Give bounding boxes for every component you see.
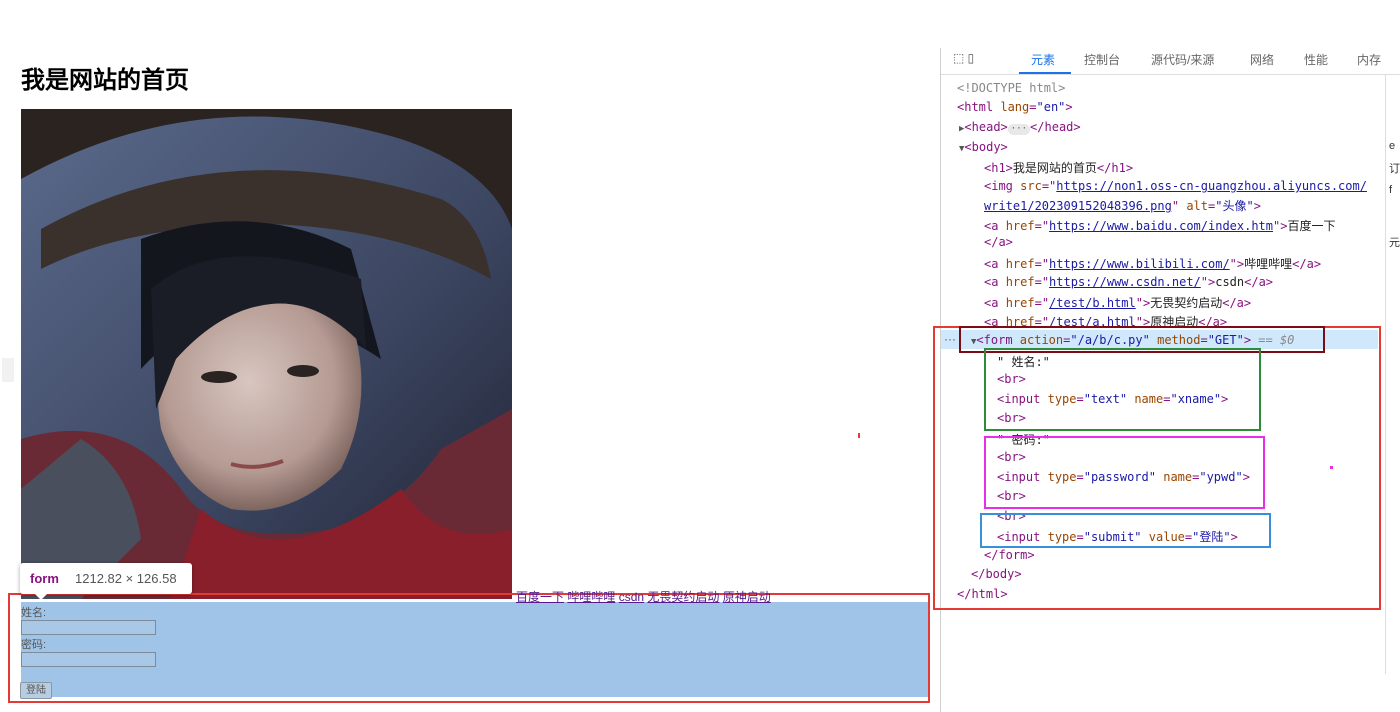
collapsed-ellipsis-icon[interactable]: ··· <box>1007 124 1031 135</box>
tooltip-tag: form <box>30 571 59 586</box>
side-glyph: 元 <box>1389 237 1400 249</box>
annotation-name-field-box <box>984 348 1261 431</box>
page-links: 百度一下 哔哩哔哩 csdn 无畏契约启动 原神启动 <box>516 588 771 605</box>
link-bilibili[interactable]: 哔哩哔哩 <box>567 590 615 604</box>
link-baidu[interactable]: 百度一下 <box>516 590 564 604</box>
dom-a-valorant[interactable]: <a href="/test/b.html">无畏契约启动</a> <box>984 294 1251 311</box>
devtools-tabbar: ⬚ ▯ 元素 控制台 源代码/来源 网络 性能 内存 <box>941 48 1400 75</box>
tab-console[interactable]: 控制台 <box>1084 51 1120 68</box>
dom-a-bilibili[interactable]: <a href="https://www.bilibili.com/">哔哩哔哩… <box>984 255 1321 272</box>
dom-a-baidu-close[interactable]: </a> <box>984 235 1013 249</box>
scrollbar-stub[interactable] <box>2 358 14 382</box>
avatar-image <box>21 109 512 599</box>
link-genshin[interactable]: 原神启动 <box>723 590 771 604</box>
tooltip-arrow <box>35 594 47 600</box>
dom-html-open[interactable]: <html lang="en"> <box>957 100 1073 114</box>
annotation-password-field-box <box>984 436 1265 509</box>
side-glyph: f <box>1389 184 1393 196</box>
dom-a-csdn[interactable]: <a href="https://www.csdn.net/">csdn</a> <box>984 275 1273 289</box>
styles-side-pane: e 订 f 元 <box>1385 74 1400 674</box>
link-csdn[interactable]: csdn <box>619 590 644 604</box>
tab-performance[interactable]: 性能 <box>1304 51 1328 68</box>
dom-img[interactable]: <img src="https://non1.oss-cn-guangzhou.… <box>984 179 1367 193</box>
link-valorant[interactable]: 无畏契约启动 <box>647 590 719 604</box>
page-title: 我是网站的首页 <box>21 67 189 94</box>
tab-memory[interactable]: 内存 <box>1357 51 1381 68</box>
tab-sources[interactable]: 源代码/来源 <box>1151 51 1214 68</box>
active-tab-indicator <box>1019 72 1071 74</box>
dom-a-baidu[interactable]: <a href="https://www.baidu.com/index.htm… <box>984 217 1335 234</box>
side-glyph: e <box>1389 140 1396 152</box>
dom-body-open[interactable]: ▼<body> <box>959 140 1008 154</box>
inspector-tooltip: form 1212.82 × 126.58 <box>20 563 192 600</box>
inspect-device-icons[interactable]: ⬚ ▯ <box>953 51 974 65</box>
annotation-submit-box <box>980 513 1271 548</box>
dom-head[interactable]: ▶<head> ··· </head> <box>959 120 1081 135</box>
dom-doctype[interactable]: <!DOCTYPE html> <box>957 81 1065 95</box>
dom-h1[interactable]: <h1>我是网站的首页</h1> <box>984 159 1133 176</box>
annotation-red-dot <box>858 433 860 438</box>
dom-img-cont[interactable]: write1/202309152048396.png" alt="头像"> <box>984 197 1261 214</box>
tab-elements[interactable]: 元素 <box>1031 51 1055 68</box>
annotation-form-box <box>8 593 930 703</box>
side-glyph: 订 <box>1389 163 1400 175</box>
tooltip-size: 1212.82 × 126.58 <box>75 571 177 586</box>
annotation-magenta-dot <box>1330 466 1333 469</box>
tab-network[interactable]: 网络 <box>1250 51 1274 68</box>
